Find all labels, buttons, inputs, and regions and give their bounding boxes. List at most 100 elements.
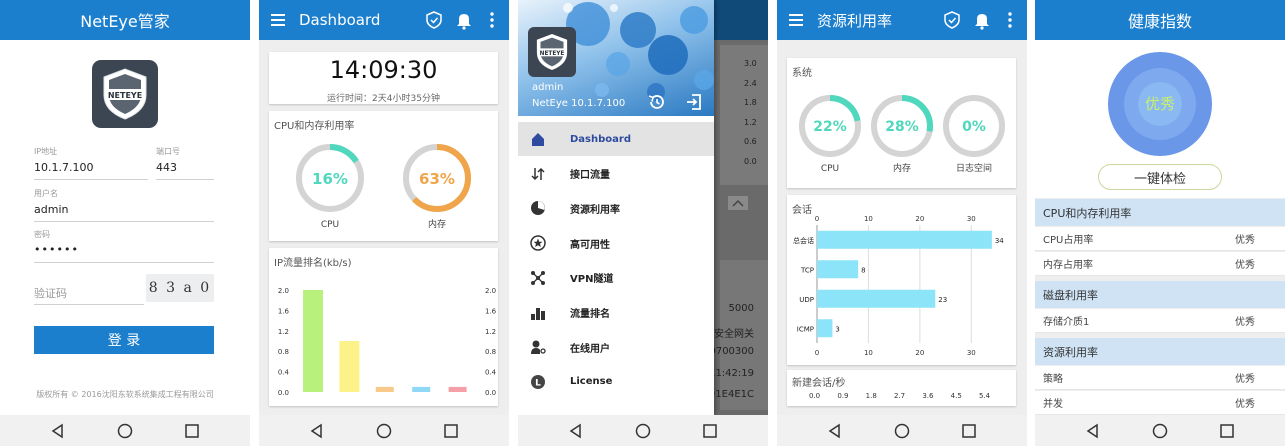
menu-icon[interactable] <box>271 14 285 26</box>
y-tick-label-right: 0.0 <box>485 389 496 397</box>
behind-text-line: 安全网关 <box>714 328 754 340</box>
y-tick-label-right: 1.6 <box>485 307 497 315</box>
bell-icon[interactable] <box>971 9 993 31</box>
cpu-mem-title: CPU和内存利用率 <box>274 121 355 132</box>
home-circle-icon[interactable] <box>894 423 910 439</box>
shield-check-icon[interactable] <box>941 9 963 31</box>
android-nav-bar <box>259 415 509 446</box>
back-icon[interactable] <box>1085 423 1101 439</box>
port-label: 端口号 <box>156 147 180 156</box>
port-input[interactable]: 443 <box>156 161 177 174</box>
session-category-label: 总会话 <box>793 236 814 245</box>
android-nav-bar <box>777 415 1027 446</box>
drawer-item-5[interactable]: 流量排名 <box>518 296 714 330</box>
session-chart: 0 0 10 10 20 20 30 30 总会话 34 TCP 8 UDP 23 ICMP 3 <box>793 215 1004 357</box>
recent-apps-icon[interactable] <box>702 423 718 439</box>
drawer-item-0[interactable]: Dashboard <box>518 122 714 156</box>
session-value-label: 3 <box>835 325 839 333</box>
username-underline <box>34 221 214 222</box>
cpu-mem-card: CPU和内存利用率 16% CPU 63% 内存 <box>269 111 498 241</box>
health-row-value: 优秀 <box>1235 399 1255 410</box>
ip-flow-bar <box>412 386 431 392</box>
home-circle-icon[interactable] <box>1152 423 1168 439</box>
android-nav-bar <box>518 415 768 446</box>
history-icon[interactable] <box>647 92 667 112</box>
behind-axis-label: 0.6 <box>744 137 757 146</box>
drawer-item-2[interactable]: 资源利用率 <box>518 191 714 225</box>
shield-check-icon[interactable] <box>423 9 445 31</box>
recent-apps-icon[interactable] <box>184 423 200 439</box>
ip-flow-bar <box>303 290 323 392</box>
password-input[interactable]: •••••• <box>34 243 79 256</box>
uptime-text: 运行时间：2天4小时35分钟 <box>327 94 440 104</box>
captcha-image[interactable]: 8 3 a 0 <box>146 274 214 302</box>
username-input[interactable]: admin <box>34 203 68 216</box>
login-button[interactable]: 登 录 <box>34 326 214 354</box>
y-tick-label-left: 1.2 <box>278 328 289 336</box>
shield-logo-icon: NETEYE <box>103 68 147 120</box>
home-circle-icon[interactable] <box>376 423 392 439</box>
drawer-item-4[interactable]: VPN隧道 <box>518 261 714 295</box>
recent-apps-icon[interactable] <box>443 423 459 439</box>
badge-icon <box>530 235 546 251</box>
captcha-input[interactable]: 验证码 <box>34 285 67 301</box>
recent-apps-icon[interactable] <box>1219 423 1235 439</box>
resource-title: 资源利用率 <box>817 11 893 30</box>
cpu-gauge-value: 16% <box>312 170 348 188</box>
cpu-mem-gauges: 16% CPU 63% 内存 <box>296 144 471 230</box>
more-vert-icon[interactable] <box>481 9 503 31</box>
drawer-item-6[interactable]: 在线用户 <box>518 330 714 364</box>
health-header: 健康指数 <box>1035 0 1285 40</box>
check-button[interactable]: 一键体检 <box>1098 164 1222 190</box>
y-tick-label-right: 2.0 <box>485 287 496 295</box>
logout-icon[interactable] <box>684 92 704 112</box>
pie-icon <box>531 201 545 216</box>
session-x-tick-top: 10 <box>864 215 873 223</box>
home-circle-icon[interactable] <box>117 423 133 439</box>
health-row: 内存占用率 优秀 <box>1035 252 1285 276</box>
behind-axis-label: 0.0 <box>744 156 757 166</box>
shield-logo-icon: NETEYE <box>536 34 568 70</box>
login-title: NetEye管家 <box>80 12 170 31</box>
mem-gauge-value: 63% <box>419 170 455 188</box>
behind-text-line: 91E4E1C <box>708 389 754 400</box>
ip-flow-bar <box>339 341 360 392</box>
menu-icon[interactable] <box>789 14 803 26</box>
bell-icon[interactable] <box>453 9 475 31</box>
session-x-tick-top: 30 <box>967 215 976 223</box>
health-score-ring: 优秀 <box>1108 52 1212 156</box>
captcha-underline <box>34 304 144 305</box>
drawer-logo: NETEYE <box>528 27 576 77</box>
drawer-item-label: 接口流量 <box>570 170 610 182</box>
back-icon[interactable] <box>309 423 325 439</box>
back-icon[interactable] <box>568 423 584 439</box>
drawer-item-3[interactable]: 高可用性 <box>518 226 714 260</box>
drawer-item-1[interactable]: 接口流量 <box>518 157 714 191</box>
back-icon[interactable] <box>827 423 843 439</box>
health-row-label: 策略 <box>1043 374 1063 385</box>
more-vert-icon[interactable] <box>999 9 1021 31</box>
chevron-up-icon <box>728 196 748 210</box>
health-row: 存储介质1 优秀 <box>1035 309 1285 333</box>
back-icon[interactable] <box>50 423 66 439</box>
home-circle-icon[interactable] <box>635 423 651 439</box>
drawer-item-7[interactable]: L License <box>518 365 714 399</box>
ip-flow-card: IP流量排名(kb/s) 0.0 0.0 0.4 0.4 0.8 0.8 1.2 1.2 1.6… <box>269 248 498 406</box>
health-screen: 健康指数 优秀 一键体检 CPU和内存利用率 CPU占用率 优秀 内存占用率 优秀 磁盘利… <box>1035 0 1285 446</box>
ip-flow-chart: 0.0 0.0 0.4 0.4 0.8 0.8 1.2 1.2 1.6 1.6 2.0 2.0 <box>278 287 497 397</box>
recent-apps-icon[interactable] <box>961 423 977 439</box>
session-bar <box>817 230 992 249</box>
ip-input[interactable]: 10.1.7.100 <box>34 161 93 174</box>
copyright-text: 版权所有 © 2016沈阳东软系统集成工程有限公司 <box>36 390 214 399</box>
resource-header: 资源利用率 <box>777 0 1027 40</box>
drawer-item-label: 资源利用率 <box>570 204 620 216</box>
clock-time: 14:09:30 <box>329 56 438 84</box>
health-row: CPU占用率 优秀 <box>1035 227 1285 251</box>
system-gauge-value: 28% <box>885 119 919 135</box>
drawer-item-label: 高可用性 <box>570 239 610 251</box>
session-value-label: 34 <box>995 237 1004 245</box>
health-row-value: 优秀 <box>1235 317 1255 328</box>
new-session-title: 新建会话/秒 <box>792 378 846 389</box>
dashboard-header: Dashboard <box>259 0 509 40</box>
login-header: NetEye管家 <box>0 0 250 40</box>
